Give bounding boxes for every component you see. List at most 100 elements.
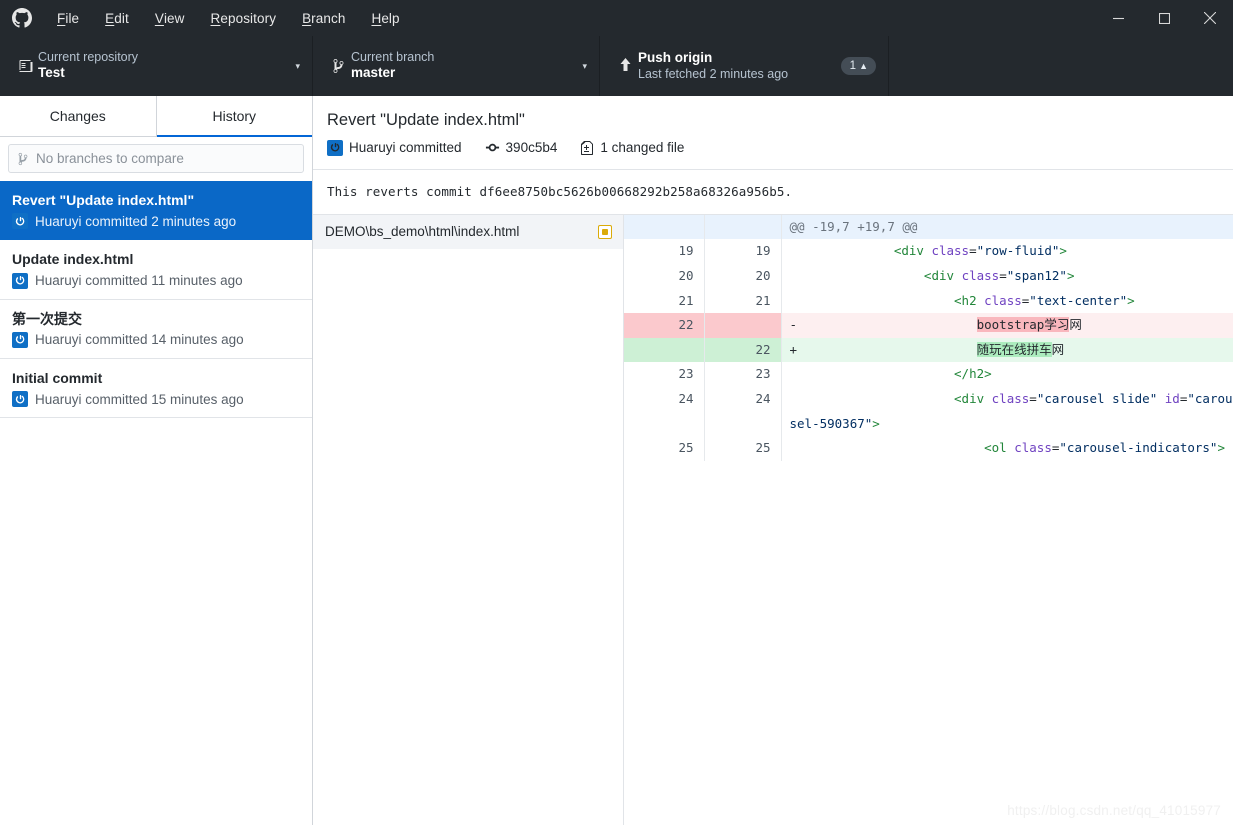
compare-branch-placeholder: No branches to compare	[36, 151, 184, 166]
chevron-down-icon: ▾	[295, 60, 300, 71]
diff-new-line-number: 21	[704, 288, 782, 314]
diff-row: 25 25 <ol class="carousel-indicators">	[624, 436, 1233, 461]
commit-list-item[interactable]: 第一次提交 Huaruyi committed 14 minutes ago	[0, 299, 312, 359]
diff-code-line: <div class="row-fluid">	[893, 243, 1067, 259]
github-desktop-window: File Edit View Repository Branch Help Cu…	[0, 0, 1233, 825]
git-commit-icon	[485, 144, 499, 152]
diff-old-line-number: 25	[624, 436, 705, 461]
commit-meta: Huaruyi committed 11 minutes ago	[12, 272, 300, 289]
file-diff-icon	[581, 140, 594, 155]
menu-item-help[interactable]: Help	[358, 0, 412, 36]
diff-row: 20 20 <div class="span12">	[624, 263, 1233, 289]
menu-item-edit[interactable]: Edit	[92, 0, 142, 36]
current-branch-label: Current branch	[351, 49, 435, 64]
commit-sha-text: 390c5b4	[505, 140, 558, 156]
commit-author: Huaruyi committed	[327, 139, 462, 156]
minimize-icon	[1112, 17, 1124, 19]
commit-sha[interactable]: 390c5b4	[485, 140, 558, 156]
diff-code-line: <div class="carousel slide" id="carousel…	[789, 390, 1233, 431]
diff-new-line-number	[704, 313, 782, 338]
tab-changes[interactable]: Changes	[0, 96, 157, 136]
commit-author-name: Huaruyi committed	[349, 140, 462, 156]
arrow-up-icon: ▲	[859, 61, 868, 71]
compare-branch-area: No branches to compare	[0, 137, 312, 181]
power-avatar-icon	[12, 272, 28, 289]
diff-row: 24 24 <div class="carousel slide" id="ca…	[624, 386, 1233, 437]
github-mark-icon	[0, 8, 44, 28]
diff-new-line-number: 20	[704, 263, 782, 289]
diff-new-line-number: 25	[704, 436, 782, 461]
diff-inline-highlight: 随玩在线拼车	[976, 341, 1052, 357]
tab-history[interactable]: History	[156, 96, 313, 137]
commit-detail-meta: Huaruyi committed 390c5b4 1 changed file	[327, 139, 1219, 156]
commit-meta: Huaruyi committed 2 minutes ago	[12, 213, 300, 230]
chevron-down-icon: ▾	[582, 60, 587, 71]
diff-old-line-number: 21	[624, 288, 705, 314]
diff-code-line: <h2 class="text-center">	[954, 292, 1135, 308]
diff-old-line-number: 19	[624, 239, 705, 264]
diff-inline-tail: 网	[1051, 341, 1065, 357]
commit-meta: Huaruyi committed 15 minutes ago	[12, 391, 300, 408]
page-title: Revert "Update index.html"	[327, 111, 525, 129]
sidebar-tabs: Changes History	[0, 96, 312, 137]
repo-book-icon	[12, 58, 38, 74]
diff-new-line-number: 22	[704, 337, 782, 363]
upload-arrow-icon	[612, 58, 638, 74]
diff-sign-minus: -	[789, 317, 798, 333]
window-controls	[1095, 0, 1233, 36]
current-branch-button[interactable]: Current branch master ▾	[313, 36, 600, 96]
commit-list-item[interactable]: Update index.html Huaruyi committed 11 m…	[0, 240, 312, 300]
main-body: Changes History No branches to compare R…	[0, 96, 1233, 825]
push-ahead-badge: 1 ▲	[840, 57, 876, 75]
maximize-icon	[1158, 12, 1170, 24]
commit-meta: Huaruyi committed 14 minutes ago	[12, 331, 300, 348]
menu-item-file[interactable]: File	[44, 0, 92, 36]
menu-item-repository[interactable]: Repository	[198, 0, 290, 36]
commit-author-line: Huaruyi committed 2 minutes ago	[35, 213, 237, 229]
diff-row-hunk: @@ -19,7 +19,7 @@	[624, 214, 1233, 240]
commit-title: Initial commit	[12, 369, 103, 386]
diff-code-line: <ol class="carousel-indicators">	[984, 440, 1225, 456]
git-branch-icon	[325, 58, 351, 74]
diff-new-line-number: 19	[704, 239, 782, 264]
diff-inline-tail: 网	[1069, 317, 1082, 333]
modified-dot-icon	[598, 224, 612, 239]
diff-row-deleted: 22 - bootstrap学习网	[624, 313, 1233, 338]
diff-hunk-header: @@ -19,7 +19,7 @@	[781, 214, 1233, 240]
power-avatar-icon	[12, 391, 28, 408]
close-button[interactable]	[1187, 0, 1233, 36]
diff-code-line: + 随玩在线拼车网	[781, 337, 1233, 363]
maximize-button[interactable]	[1141, 0, 1187, 36]
current-repository-value: Test	[38, 65, 65, 81]
current-repository-button[interactable]: Current repository Test ▾	[0, 36, 313, 96]
changed-file-list: DEMO\bs_demo\html\index.html	[313, 214, 624, 825]
menu-bar: File Edit View Repository Branch Help	[44, 0, 413, 36]
compare-branch-input[interactable]: No branches to compare	[8, 144, 304, 173]
diff-old-line-number: 22	[624, 313, 705, 338]
diff-new-line-number	[704, 214, 782, 240]
power-avatar-icon	[12, 213, 28, 230]
commit-title: 第一次提交	[12, 310, 82, 327]
push-ahead-count: 1	[849, 60, 857, 72]
toolbar-filler	[889, 36, 1233, 96]
commit-list-item[interactable]: Initial commit Huaruyi committed 15 minu…	[0, 358, 312, 419]
diff-row: 19 19 <div class="row-fluid">	[624, 239, 1233, 264]
commit-list[interactable]: Revert "Update index.html" Huaruyi commi…	[0, 181, 312, 825]
menu-item-branch[interactable]: Branch	[289, 0, 358, 36]
push-origin-button[interactable]: Push origin Last fetched 2 minutes ago 1…	[600, 36, 889, 96]
menu-item-view[interactable]: View	[142, 0, 198, 36]
git-branch-icon	[18, 152, 28, 165]
diff-viewer[interactable]: @@ -19,7 +19,7 @@ 19 19 <div class="row-…	[624, 214, 1233, 825]
changed-files-summary: 1 changed file	[580, 140, 684, 156]
commit-title: Update index.html	[12, 251, 134, 268]
files-and-diff: DEMO\bs_demo\html\index.html @@ -19,7 +1…	[313, 214, 1233, 825]
title-bar: File Edit View Repository Branch Help	[0, 0, 1233, 36]
minimize-button[interactable]	[1095, 0, 1141, 36]
commit-list-item[interactable]: Revert "Update index.html" Huaruyi commi…	[0, 181, 312, 241]
power-avatar-icon	[12, 331, 28, 348]
diff-code-line: - bootstrap学习网	[781, 313, 1233, 338]
changed-file-item[interactable]: DEMO\bs_demo\html\index.html	[313, 214, 623, 249]
diff-old-line-number	[624, 214, 705, 240]
current-repository-label: Current repository	[38, 49, 139, 64]
changed-file-path: DEMO\bs_demo\html\index.html	[325, 224, 520, 240]
